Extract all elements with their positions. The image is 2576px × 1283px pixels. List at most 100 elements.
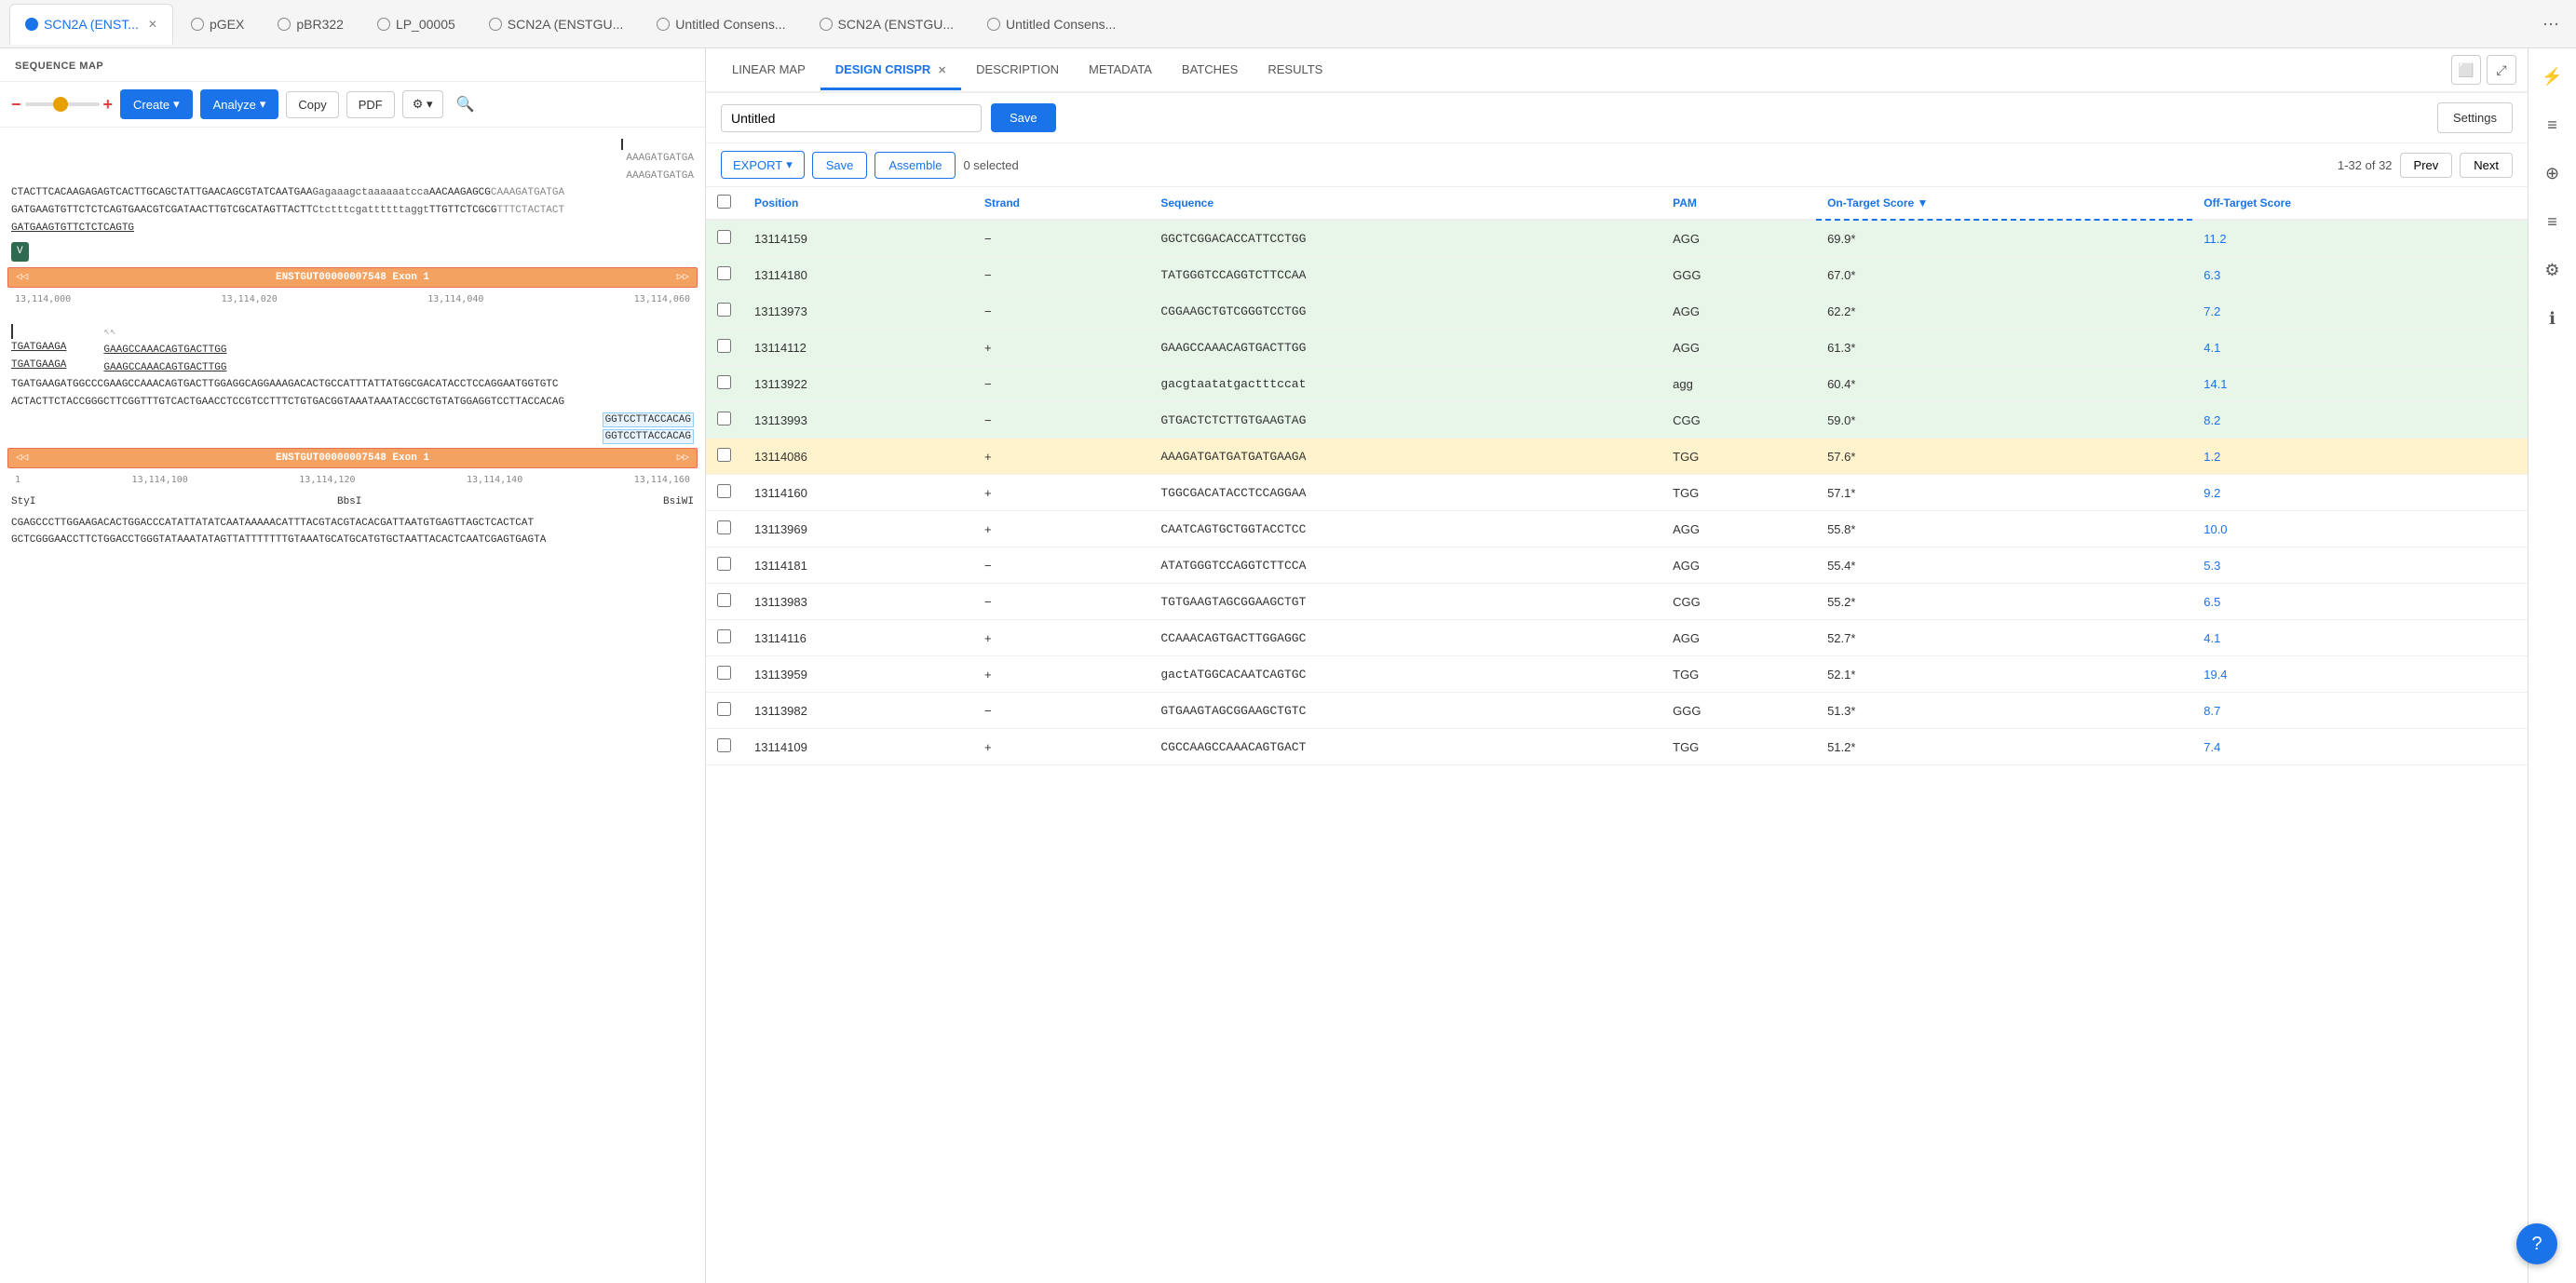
sidebar-circle-icon[interactable]: ⊕ (2536, 156, 2569, 190)
row-checkbox-5[interactable] (717, 412, 731, 425)
tab-linear-map[interactable]: LINEAR MAP (717, 51, 820, 90)
row-off-target: 11.2 (2192, 220, 2528, 257)
row-on-target: 52.1* (1816, 656, 2192, 693)
settings-button[interactable]: Settings (2437, 102, 2513, 133)
sidebar-share-icon[interactable]: ⚡ (2536, 60, 2569, 93)
tab-scn2a-1[interactable]: SCN2A (ENST... ✕ (9, 4, 173, 45)
tab-design-crispr[interactable]: DESIGN CRISPR ✕ (820, 51, 961, 90)
search-button[interactable]: 🔍 (451, 89, 481, 119)
tab-pgex[interactable]: pGEX (175, 4, 260, 45)
zoom-slider-thumb[interactable] (53, 97, 68, 112)
th-strand[interactable]: Strand (973, 187, 1149, 220)
analyze-button[interactable]: Analyze ▾ (200, 89, 279, 119)
row-checkbox-0[interactable] (717, 230, 731, 244)
next-button[interactable]: Next (2460, 153, 2513, 178)
row-checkbox-4[interactable] (717, 375, 731, 389)
zoom-minus-button[interactable]: − (11, 95, 21, 115)
tab-pbr322[interactable]: pBR322 (262, 4, 359, 45)
tab-results[interactable]: RESULTS (1253, 51, 1337, 90)
sidebar-menu-icon[interactable]: ≡ (2536, 205, 2569, 238)
row-off-target: 7.2 (2192, 293, 2528, 330)
row-checkbox-cell[interactable] (706, 656, 743, 693)
save-button[interactable]: Save (991, 103, 1056, 132)
row-on-target: 51.2* (1816, 729, 2192, 765)
row-checkbox-13[interactable] (717, 702, 731, 716)
row-checkbox-cell[interactable] (706, 693, 743, 729)
row-off-target: 5.3 (2192, 547, 2528, 584)
assemble-button[interactable]: Assemble (874, 152, 956, 179)
popout-icon[interactable]: ⤢ (2487, 55, 2516, 85)
row-pam: AGG (1661, 220, 1816, 257)
row-checkbox-14[interactable] (717, 738, 731, 752)
row-checkbox-3[interactable] (717, 339, 731, 353)
zoom-slider[interactable] (25, 102, 100, 106)
v-badge: V (11, 240, 694, 263)
tab-description[interactable]: DESCRIPTION (961, 51, 1074, 90)
tab-batches[interactable]: BATCHES (1167, 51, 1253, 90)
row-checkbox-cell[interactable] (706, 620, 743, 656)
tab-metadata[interactable]: METADATA (1074, 51, 1167, 90)
row-position: 13113973 (743, 293, 973, 330)
row-checkbox-cell[interactable] (706, 293, 743, 330)
create-button[interactable]: Create ▾ (120, 89, 193, 119)
row-checkbox-cell[interactable] (706, 220, 743, 257)
row-on-target: 69.9* (1816, 220, 2192, 257)
tab-scn2a-3[interactable]: SCN2A (ENSTGU... (804, 4, 969, 45)
row-checkbox-cell[interactable] (706, 402, 743, 439)
search-icon: 🔍 (456, 97, 475, 113)
tab-design-crispr-close[interactable]: ✕ (938, 65, 946, 76)
row-checkbox-11[interactable] (717, 629, 731, 643)
zoom-plus-button[interactable]: + (103, 95, 114, 115)
copy-button[interactable]: Copy (286, 91, 338, 118)
th-position[interactable]: Position (743, 187, 973, 220)
row-checkbox-cell[interactable] (706, 729, 743, 765)
row-pam: AGG (1661, 330, 1816, 366)
row-checkbox-cell[interactable] (706, 366, 743, 402)
row-checkbox-9[interactable] (717, 557, 731, 571)
tab-scn2a-2[interactable]: SCN2A (ENSTGU... (473, 4, 639, 45)
row-pam: agg (1661, 366, 1816, 402)
row-position: 13114116 (743, 620, 973, 656)
row-checkbox-2[interactable] (717, 303, 731, 317)
prev-button[interactable]: Prev (2400, 153, 2453, 178)
row-checkbox-cell[interactable] (706, 439, 743, 475)
row-checkbox-cell[interactable] (706, 547, 743, 584)
tab-close-1[interactable]: ✕ (148, 18, 157, 31)
sidebar-settings-icon[interactable]: ⚙ (2536, 253, 2569, 287)
row-pam: GGG (1661, 257, 1816, 293)
tab-consensus-1[interactable]: Untitled Consens... (641, 4, 801, 45)
row-checkbox-cell[interactable] (706, 257, 743, 293)
row-checkbox-cell[interactable] (706, 330, 743, 366)
row-checkbox-8[interactable] (717, 520, 731, 534)
ruler-1: 13,114,000 13,114,020 13,114,040 13,114,… (7, 290, 698, 309)
maximize-icon[interactable]: ⬜ (2451, 55, 2481, 85)
save-toolbar-button[interactable]: Save (812, 152, 868, 179)
row-position: 13113983 (743, 584, 973, 620)
help-button[interactable]: ? (2516, 1223, 2557, 1264)
row-checkbox-6[interactable] (717, 448, 731, 462)
more-tabs-button[interactable]: ··· (2535, 10, 2567, 37)
row-checkbox-cell[interactable] (706, 511, 743, 547)
select-all-checkbox[interactable] (717, 195, 731, 209)
row-checkbox-10[interactable] (717, 593, 731, 607)
sidebar-info-icon[interactable]: ℹ (2536, 302, 2569, 335)
th-select-all[interactable] (706, 187, 743, 220)
tab-consensus-2[interactable]: Untitled Consens... (971, 4, 1132, 45)
th-sequence[interactable]: Sequence (1149, 187, 1661, 220)
crispr-name-input[interactable] (721, 104, 982, 132)
row-checkbox-1[interactable] (717, 266, 731, 280)
tab-lp00005[interactable]: LP_00005 (361, 4, 471, 45)
row-pam: TGG (1661, 439, 1816, 475)
sidebar-list-icon[interactable]: ≡ (2536, 108, 2569, 142)
row-checkbox-7[interactable] (717, 484, 731, 498)
pdf-button[interactable]: PDF (346, 91, 395, 118)
row-checkbox-cell[interactable] (706, 584, 743, 620)
export-button[interactable]: EXPORT ▾ (721, 151, 805, 179)
th-off-target[interactable]: Off-Target Score (2192, 187, 2528, 220)
row-checkbox-cell[interactable] (706, 475, 743, 511)
row-strand: − (973, 547, 1149, 584)
th-on-target[interactable]: On-Target Score ▼ (1816, 187, 2192, 220)
gear-button[interactable]: ⚙ ▾ (402, 90, 443, 118)
row-checkbox-12[interactable] (717, 666, 731, 680)
th-pam[interactable]: PAM (1661, 187, 1816, 220)
